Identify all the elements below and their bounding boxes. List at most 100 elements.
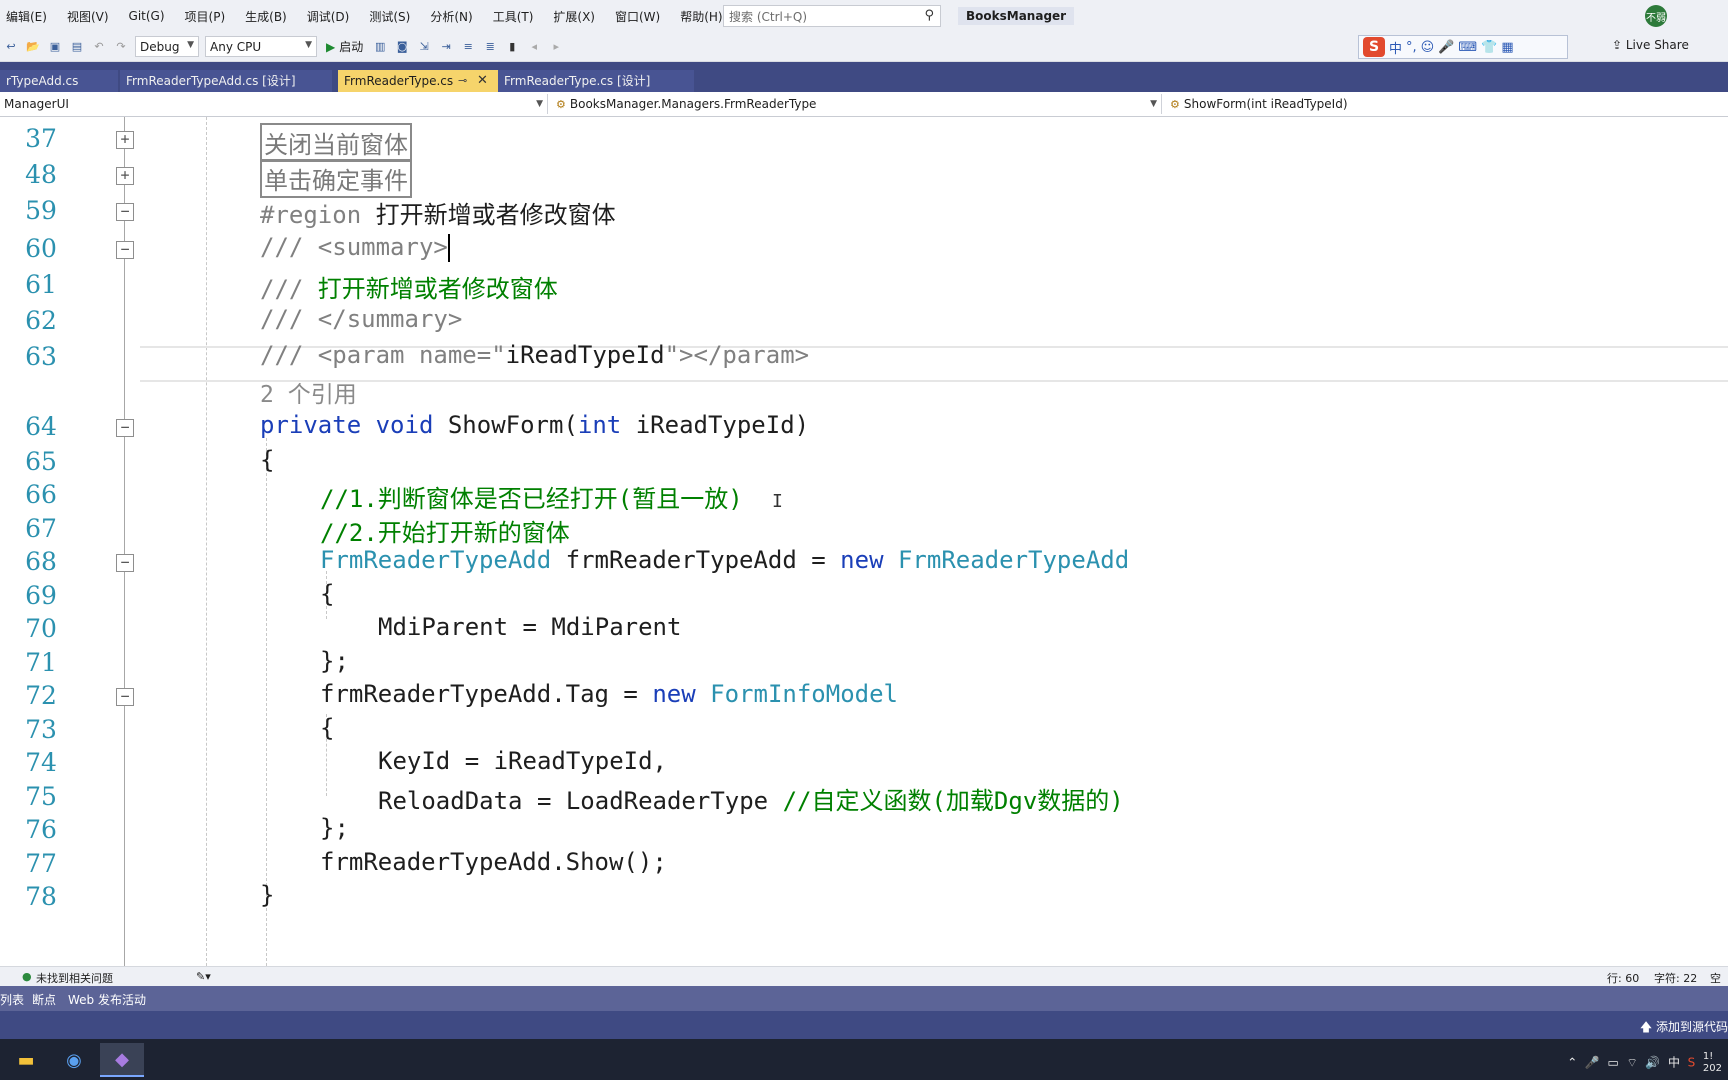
keyboard-icon[interactable]: ⌨ [1458, 40, 1477, 55]
chevron-up-icon[interactable]: ⌃ [1567, 1056, 1577, 1070]
reference-count[interactable]: 2 个引用 [260, 375, 357, 409]
close-icon[interactable]: ✕ [477, 70, 488, 92]
search-input[interactable]: 搜索 (Ctrl+Q) ⚲ [723, 5, 941, 27]
menu-window[interactable]: 窗口(W) [605, 8, 670, 25]
folder-icon[interactable]: ▥ [373, 40, 387, 54]
code-text: } [260, 881, 275, 909]
skin-icon[interactable]: 👕 [1481, 40, 1497, 55]
collapse-icon[interactable]: − [116, 419, 134, 437]
expand-icon[interactable]: + [116, 167, 134, 185]
codelens-line: 2 个引用 [0, 373, 1728, 409]
menu-git[interactable]: Git(G) [119, 9, 175, 23]
line-number: 37 [25, 124, 57, 153]
microphone-icon[interactable]: 🎤 [1438, 40, 1454, 55]
menu-edit[interactable]: 编辑(E) [0, 8, 57, 25]
line-number: 74 [25, 748, 57, 777]
emoji-icon[interactable]: ☺ [1421, 40, 1435, 55]
grid-icon[interactable]: ▦ [1501, 40, 1513, 55]
brush-icon[interactable]: ✎▾ [196, 970, 211, 983]
code-line: 70 MdiParent = MdiParent [0, 611, 1728, 647]
menu-debug[interactable]: 调试(D) [297, 8, 360, 25]
collapse-icon[interactable]: − [116, 203, 134, 221]
config-select[interactable]: Debug ▼ [135, 36, 199, 57]
network-icon[interactable]: ⌔ [1626, 1056, 1637, 1070]
line-number: 64 [25, 412, 57, 441]
undo-icon[interactable]: ↶ [92, 40, 106, 54]
volume-icon[interactable]: 🔊 [1645, 1056, 1660, 1070]
camera-icon[interactable]: ◙ [395, 40, 409, 54]
tab-error-list[interactable]: 列表 [0, 991, 24, 1008]
char-indicator[interactable]: 字符: 22 [1654, 970, 1697, 986]
open-file-icon[interactable]: 📂 [26, 40, 40, 54]
navigation-bar: ManagerUI ▼ ⚙ BooksManager.Managers.FrmRe… [0, 92, 1728, 117]
member-combo[interactable]: ⚙ ShowForm(int iReadTypeId) [1166, 94, 1728, 114]
ime-toolbar: S 中 °, ☺ 🎤 ⌨ 👕 ▦ [1358, 35, 1568, 59]
sogou-logo-icon[interactable]: S [1363, 37, 1385, 57]
comment-icon[interactable]: ≡ [461, 40, 475, 54]
ime-indicator[interactable]: 中 [1668, 1056, 1680, 1070]
pin-icon[interactable]: ⊸ [458, 70, 467, 92]
battery-icon[interactable]: ▭ [1607, 1056, 1618, 1070]
issues-indicator[interactable]: 未找到相关问题 [36, 970, 113, 986]
sogou-tray-icon[interactable]: S [1688, 1056, 1696, 1070]
step-icon[interactable]: ⇲ [417, 40, 431, 54]
bookmark-prev-icon[interactable]: ◂ [527, 40, 541, 54]
code-text: /// <param name="iReadTypeId"></param> [260, 341, 809, 369]
platform-select[interactable]: Any CPU ▼ [205, 36, 317, 57]
save-all-icon[interactable]: ▤ [70, 40, 84, 54]
tab-readertype-designer[interactable]: FrmReaderType.cs [设计] [498, 70, 694, 92]
arrow-up-icon: 🡅 [1639, 1020, 1656, 1034]
assignment: frmReaderTypeAdd.Tag = [320, 680, 653, 708]
avatar[interactable]: 不弱 [1645, 5, 1667, 27]
menu-project[interactable]: 项目(P) [175, 8, 236, 25]
system-tray: ⌃ 🎤 ▭ ⌔ 🔊 中 S 1! 202 [1567, 1051, 1722, 1075]
start-button[interactable]: ▶ 启动 [326, 38, 363, 55]
class-combo[interactable]: ⚙ BooksManager.Managers.FrmReaderType ▼ [552, 94, 1162, 114]
redo-icon[interactable]: ↷ [114, 40, 128, 54]
tab-typeadd-designer[interactable]: FrmReaderTypeAdd.cs [设计] [120, 70, 332, 92]
microphone-icon[interactable]: 🎤 [1585, 1056, 1600, 1070]
clock[interactable]: 1! 202 [1703, 1051, 1722, 1075]
tab-typeadd-cs[interactable]: rTypeAdd.cs [0, 70, 118, 92]
navigate-back-icon[interactable]: ↩ [4, 40, 18, 54]
tab-breakpoints[interactable]: 断点 [32, 991, 56, 1008]
code-line: 37 + 关闭当前窗体 [0, 121, 1728, 162]
menu-tools[interactable]: 工具(T) [483, 8, 544, 25]
clock-time: 1! [1702, 1051, 1714, 1062]
class-icon: ⚙ [556, 98, 566, 111]
collapse-icon[interactable]: − [116, 241, 134, 259]
indent-icon[interactable]: ⇥ [439, 40, 453, 54]
ime-mode[interactable]: 中 [1389, 38, 1402, 57]
ime-punct[interactable]: °, [1406, 40, 1417, 55]
save-icon[interactable]: ▣ [48, 40, 62, 54]
project-combo[interactable]: ManagerUI ▼ [0, 94, 548, 114]
line-number: 48 [25, 160, 57, 189]
menu-test[interactable]: 测试(S) [359, 8, 420, 25]
file-explorer-icon[interactable]: ▬ [4, 1043, 48, 1077]
line-indicator[interactable]: 行: 60 [1607, 970, 1639, 986]
text-caret [447, 234, 450, 262]
collapse-icon[interactable]: − [116, 554, 134, 572]
uncomment-icon[interactable]: ≣ [483, 40, 497, 54]
tab-web-publish[interactable]: Web 发布活动 [68, 991, 146, 1008]
search-icon: ⚲ [924, 8, 934, 23]
menu-extensions[interactable]: 扩展(X) [543, 8, 605, 25]
menu-build[interactable]: 生成(B) [235, 8, 297, 25]
code-editor[interactable]: 37 + 关闭当前窗体 48 + 单击确定事件 59 − #region 打开新… [0, 117, 1728, 966]
bookmark-icon[interactable]: ▮ [505, 40, 519, 54]
live-share-button[interactable]: ⇪ Live Share [1612, 38, 1689, 52]
add-to-source-control-button[interactable]: 🡅 添加到源代码 [1640, 1018, 1728, 1039]
bookmark-next-icon[interactable]: ▸ [549, 40, 563, 54]
doc-tag: "></param> [664, 341, 810, 369]
type-name: FormInfoModel [695, 680, 898, 708]
expand-icon[interactable]: + [116, 131, 134, 149]
menu-analyze[interactable]: 分析(N) [420, 8, 482, 25]
line-number: 62 [25, 306, 57, 335]
menu-view[interactable]: 视图(V) [57, 8, 119, 25]
tab-readertype-cs[interactable]: FrmReaderType.cs ⊸ ✕ [338, 70, 498, 92]
collapse-icon[interactable]: − [116, 688, 134, 706]
browser-icon[interactable]: ◉ [52, 1043, 96, 1077]
visual-studio-icon[interactable]: ◆ [100, 1043, 144, 1077]
method-params: iReadTypeId) [621, 411, 810, 439]
variable-decl: frmReaderTypeAdd = [551, 546, 841, 574]
